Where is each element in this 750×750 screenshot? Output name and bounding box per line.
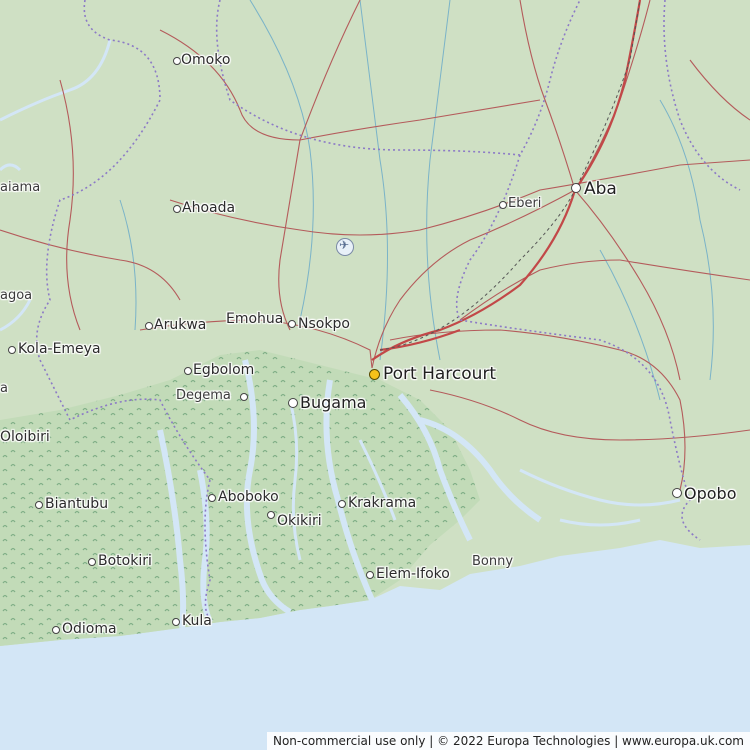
botokiri-marker[interactable] (88, 558, 96, 566)
agoa-label-partial[interactable]: agoa (0, 288, 32, 303)
egbolom-label[interactable]: Egbolom (193, 362, 254, 378)
biantubu-label[interactable]: Biantubu (45, 496, 108, 512)
aiama-label-partial[interactable]: aiama (0, 180, 40, 195)
bugama-label[interactable]: Bugama (300, 393, 366, 412)
nsokpo-label[interactable]: Nsokpo (298, 316, 350, 332)
ahoada-label[interactable]: Ahoada (182, 200, 235, 216)
aboboko-marker[interactable] (208, 494, 216, 502)
eberi-marker[interactable] (499, 201, 507, 209)
opobo-label[interactable]: Opobo (684, 484, 736, 503)
degema-label[interactable]: Degema (176, 388, 231, 403)
bonny-label[interactable]: Bonny (472, 554, 513, 569)
krakrama-label[interactable]: Krakrama (348, 495, 416, 511)
kola-emeya-label[interactable]: Kola-Emeya (18, 341, 101, 357)
botokiri-label[interactable]: Botokiri (98, 553, 152, 569)
edge-label-partial[interactable]: a (0, 381, 8, 396)
odioma-marker[interactable] (52, 626, 60, 634)
port-harcourt-marker[interactable] (369, 369, 380, 380)
arukwa-marker[interactable] (145, 322, 153, 330)
opobo-marker[interactable] (672, 488, 682, 498)
bugama-marker[interactable] (288, 398, 298, 408)
omoko-label[interactable]: Omoko (181, 52, 230, 68)
degema-marker[interactable] (240, 393, 248, 401)
nsokpo-marker[interactable] (288, 320, 296, 328)
aba-label[interactable]: Aba (584, 179, 617, 199)
map-view[interactable]: Port Harcourt Aba Opobo Bugama Omoko Aho… (0, 0, 750, 750)
elem-ifoko-label[interactable]: Elem-Ifoko (376, 566, 450, 582)
aboboko-label[interactable]: Aboboko (218, 489, 279, 505)
kula-marker[interactable] (172, 618, 180, 626)
biantubu-marker[interactable] (35, 501, 43, 509)
airport-icon[interactable] (336, 238, 354, 256)
arukwa-label[interactable]: Arukwa (154, 317, 206, 333)
emohua-label[interactable]: Emohua (226, 311, 283, 327)
okikiri-label[interactable]: Okikiri (277, 513, 322, 529)
omoko-marker[interactable] (173, 57, 181, 65)
attribution-text: Non-commercial use only | © 2022 Europa … (266, 732, 750, 750)
aba-marker[interactable] (571, 183, 581, 193)
egbolom-marker[interactable] (184, 367, 192, 375)
okikiri-marker[interactable] (267, 511, 275, 519)
oloibiri-label[interactable]: Oloibiri (0, 429, 50, 445)
elem-ifoko-marker[interactable] (366, 571, 374, 579)
eberi-label[interactable]: Eberi (508, 196, 541, 211)
odioma-label[interactable]: Odioma (62, 621, 117, 637)
kula-label[interactable]: Kula (182, 613, 212, 629)
kola-emeya-marker[interactable] (8, 346, 16, 354)
port-harcourt-label[interactable]: Port Harcourt (383, 364, 496, 384)
ahoada-marker[interactable] (173, 205, 181, 213)
krakrama-marker[interactable] (338, 500, 346, 508)
